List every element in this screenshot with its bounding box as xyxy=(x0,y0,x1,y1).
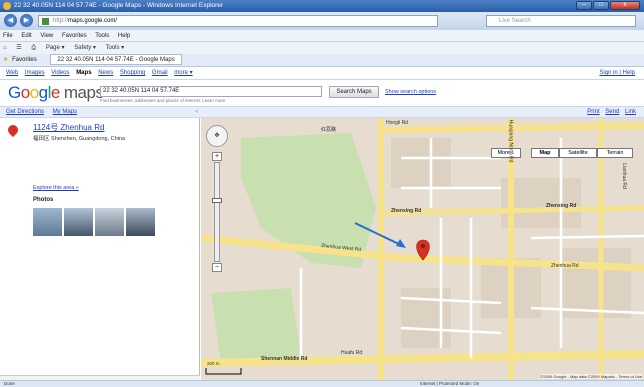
more-layers-button[interactable]: More... xyxy=(491,148,521,158)
road-label: Huaqiang North Rd xyxy=(507,119,514,163)
logo-letter: e xyxy=(50,83,60,102)
get-directions-link[interactable]: Get Directions xyxy=(6,109,44,115)
address-toolbar: ◀ ▶ http://maps.google.com/ Live Search xyxy=(0,12,644,30)
scale-label: 200 m xyxy=(207,361,220,366)
safety-menu[interactable]: Safety ▾ xyxy=(74,45,96,51)
address-input[interactable]: http://maps.google.com/ xyxy=(38,15,438,27)
minimize-button[interactable]: – xyxy=(576,1,592,10)
logo-maps-word: maps xyxy=(63,83,104,102)
feeds-icon[interactable]: ☰ xyxy=(16,45,21,51)
maps-subbar: Get Directions My Maps « Print Send Link xyxy=(0,106,644,118)
photo-thumbnail[interactable] xyxy=(126,208,155,236)
road-label: Zhenhua Rd xyxy=(551,263,579,269)
road-label: Shennan Middle Rd xyxy=(261,356,308,362)
tools-menu[interactable]: Tools ▾ xyxy=(105,45,124,51)
url-host: maps.google.com/ xyxy=(68,18,118,24)
logo-letter: o xyxy=(20,83,30,102)
photo-thumbnail[interactable] xyxy=(33,208,62,236)
link-link[interactable]: Link xyxy=(625,109,636,115)
map-copyright[interactable]: ©2009 Google - Map data ©2009 Mapabc - T… xyxy=(540,374,642,379)
favorites-label[interactable]: Favorites xyxy=(12,57,37,63)
logo-letter: G xyxy=(8,83,21,102)
road-label: Lianhua Rd xyxy=(620,163,627,189)
logo-letter: g xyxy=(38,83,48,102)
my-maps-link[interactable]: My Maps xyxy=(53,109,77,115)
close-button[interactable]: x xyxy=(610,1,640,10)
live-search-input[interactable]: Live Search xyxy=(486,15,636,27)
result-title-link[interactable]: 1124号 Zhenhua Rd xyxy=(33,122,104,133)
nav-news[interactable]: News xyxy=(98,70,113,76)
send-link[interactable]: Send xyxy=(605,109,619,115)
menu-edit[interactable]: Edit xyxy=(21,33,31,39)
map-view-button[interactable]: Map xyxy=(531,148,559,158)
forward-arrow-icon[interactable]: ▶ xyxy=(20,14,33,27)
nav-videos[interactable]: Videos xyxy=(51,70,69,76)
maximize-button[interactable]: □ xyxy=(593,1,609,10)
satellite-view-button[interactable]: Satellite xyxy=(559,148,597,158)
menu-file[interactable]: File xyxy=(3,33,13,39)
results-panel: 1124号 Zhenhua Rd 福田区 Shenzhen, Guangdong… xyxy=(0,118,200,375)
search-maps-button[interactable]: Search Maps xyxy=(329,86,379,98)
print-icon[interactable]: ⎙ xyxy=(31,45,36,51)
road-label: 红荔路 xyxy=(321,127,337,133)
back-arrow-icon[interactable]: ◀ xyxy=(4,14,17,27)
menu-tools[interactable]: Tools xyxy=(95,33,109,39)
maps-search-input[interactable]: 22 32 40.05N 114 04 57.74E xyxy=(100,86,322,97)
google-nav: Web Images Videos Maps News Shopping Gma… xyxy=(0,67,644,80)
zoom-in-button[interactable]: + xyxy=(212,152,222,161)
zoom-out-button[interactable]: − xyxy=(212,263,222,272)
explore-area-link[interactable]: Explore this area » xyxy=(33,185,79,191)
pan-control[interactable]: ✥ xyxy=(206,125,228,147)
command-bar: ⌂ ☰ ⎙ Page ▾ Safety ▾ Tools ▾ xyxy=(0,42,644,54)
photos-heading: Photos xyxy=(33,197,54,203)
zoom-slider-thumb[interactable] xyxy=(212,198,222,203)
menu-bar: File Edit View Favorites Tools Help xyxy=(0,30,644,42)
menu-view[interactable]: View xyxy=(40,33,53,39)
show-search-options-link[interactable]: Show search options xyxy=(385,89,436,95)
sign-in-link[interactable]: Sign in | Help xyxy=(599,67,635,80)
ie-app-icon xyxy=(3,2,11,10)
menu-favorites[interactable]: Favorites xyxy=(62,33,87,39)
live-search-placeholder: Live Search xyxy=(499,18,531,24)
security-zone: Internet | Protected Mode: On xyxy=(420,381,480,386)
url-prefix: http:// xyxy=(53,18,69,24)
collapse-panel-icon[interactable]: « xyxy=(195,107,198,117)
home-icon[interactable]: ⌂ xyxy=(3,45,7,51)
google-maps-logo[interactable]: Google maps xyxy=(8,83,104,103)
nav-web[interactable]: Web xyxy=(6,70,18,76)
nav-maps-active: Maps xyxy=(76,70,92,76)
road-label: Hongli Rd xyxy=(386,120,408,126)
logo-letter: o xyxy=(29,83,39,102)
location-pin-icon xyxy=(5,122,21,138)
nav-images[interactable]: Images xyxy=(25,70,45,76)
print-link[interactable]: Print xyxy=(587,109,599,115)
nav-gmail[interactable]: Gmail xyxy=(152,70,168,76)
road-label: Huafu Rd xyxy=(341,350,363,356)
photo-thumbnail[interactable] xyxy=(95,208,124,236)
favorites-star-icon[interactable]: ★ xyxy=(3,57,8,63)
status-bar: Done Internet | Protected Mode: On xyxy=(0,380,644,387)
status-text: Done xyxy=(4,381,15,386)
terrain-view-button[interactable]: Terrain xyxy=(597,148,633,158)
nav-more[interactable]: more ▾ xyxy=(174,70,192,76)
road-label: Zhenxing Rd xyxy=(391,208,422,214)
zoom-slider-track[interactable] xyxy=(214,162,220,262)
site-favicon xyxy=(42,18,49,25)
menu-help[interactable]: Help xyxy=(118,33,130,39)
browser-tab[interactable]: 22 32 40.05N 114 04 57.74E - Google Maps xyxy=(50,54,182,65)
window-titlebar: 22 32 40.05N 114 04 57.74E - Google Maps… xyxy=(0,0,644,12)
map-canvas[interactable]: ✥ + − More... Map Satellite Terrain Hong… xyxy=(201,118,644,380)
photo-thumbnail[interactable] xyxy=(64,208,93,236)
page-menu[interactable]: Page ▾ xyxy=(46,45,65,51)
search-hint: Find businesses, addresses and places of… xyxy=(100,98,226,103)
road-label: Zhenxing Rd xyxy=(546,203,577,209)
nav-shopping[interactable]: Shopping xyxy=(120,70,145,76)
result-address: 福田区 Shenzhen, Guangdong, China xyxy=(33,136,126,142)
favorites-bar: ★ Favorites 22 32 40.05N 114 04 57.74E -… xyxy=(0,54,644,67)
window-title: 22 32 40.05N 114 04 57.74E - Google Maps… xyxy=(14,2,224,9)
